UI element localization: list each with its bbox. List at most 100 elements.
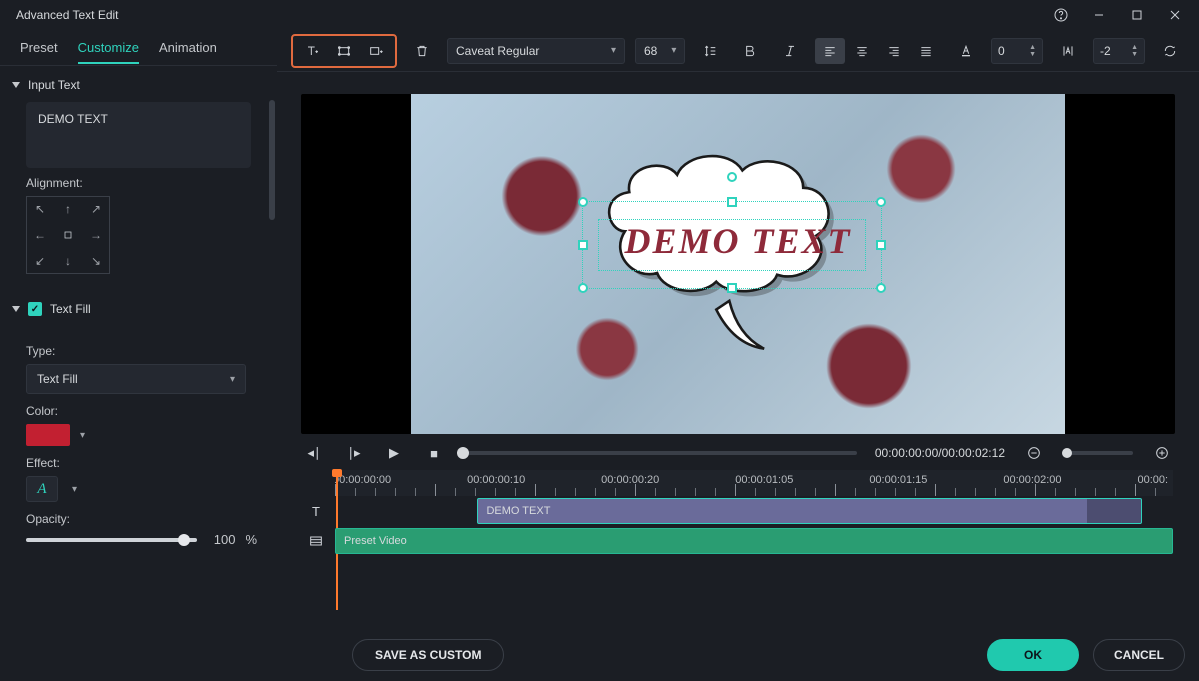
tab-animation[interactable]: Animation	[159, 32, 217, 63]
section-text-fill[interactable]: ✓ Text Fill	[12, 302, 257, 316]
chevron-down-icon: ▾	[671, 45, 676, 56]
ok-button[interactable]: OK	[987, 639, 1079, 671]
opacity-slider[interactable]	[26, 538, 197, 542]
help-icon[interactable]	[1045, 2, 1077, 28]
playback-slider[interactable]	[463, 451, 857, 455]
text-input[interactable]: DEMO TEXT	[26, 102, 251, 168]
tab-preset[interactable]: Preset	[20, 32, 58, 63]
opacity-label: Opacity:	[26, 512, 257, 526]
prev-frame-icon[interactable]: ◂∣	[303, 442, 325, 464]
alignment-grid: ↖ ↑ ↗ ← → ↙ ↓ ↘	[26, 196, 110, 274]
stop-icon[interactable]: ■	[423, 442, 445, 464]
chevron-down-icon: ▾	[611, 45, 616, 56]
bold-icon[interactable]	[735, 38, 765, 64]
effect-chevron[interactable]: ▾	[72, 484, 77, 495]
align-justify-icon[interactable]	[911, 38, 941, 64]
effect-label: Effect:	[26, 456, 257, 470]
handle-rotate[interactable]	[727, 172, 737, 182]
zoom-knob[interactable]	[1062, 448, 1072, 458]
char-spacing-value: 0	[998, 44, 1005, 58]
type-select[interactable]: Text Fill ▾	[26, 364, 246, 394]
delete-icon[interactable]	[407, 38, 437, 64]
chevron-down-icon	[12, 306, 20, 312]
minimize-button[interactable]	[1083, 2, 1115, 28]
section-text-fill-label: Text Fill	[50, 302, 91, 316]
play-icon[interactable]: ▶	[383, 442, 405, 464]
text-clip[interactable]: DEMO TEXT	[477, 498, 1089, 524]
align-left-icon[interactable]	[815, 38, 845, 64]
align-bottom-right[interactable]: ↘	[83, 249, 109, 273]
font-size-value: 68	[644, 44, 657, 58]
highlighted-tool-group	[291, 34, 397, 68]
spin-down-icon[interactable]: ▼	[1131, 51, 1138, 58]
handle-bl[interactable]	[578, 283, 588, 293]
timeline: 00:00:00:00 00:00:00:10 00:00:00:20 00:0…	[301, 470, 1175, 586]
refresh-icon[interactable]	[1155, 38, 1185, 64]
color-picker-chevron[interactable]: ▾	[80, 430, 85, 441]
spin-up-icon[interactable]: ▲	[1029, 44, 1036, 51]
titlebar: Advanced Text Edit	[0, 0, 1199, 30]
handle-b[interactable]	[727, 283, 737, 293]
video-track-icon	[301, 526, 331, 556]
close-button[interactable]	[1159, 2, 1191, 28]
font-size-select[interactable]: 68 ▾	[635, 38, 685, 64]
align-left[interactable]: ←	[27, 223, 53, 247]
align-top-right[interactable]: ↗	[83, 197, 109, 221]
align-right-icon[interactable]	[879, 38, 909, 64]
handle-r[interactable]	[876, 240, 886, 250]
char-spacing-input[interactable]: 0 ▲▼	[991, 38, 1043, 64]
add-text-box-icon[interactable]	[361, 38, 391, 64]
line-spacing-input[interactable]: -2 ▲▼	[1093, 38, 1145, 64]
text-track[interactable]: DEMO TEXT	[335, 496, 1173, 526]
selection-inner[interactable]	[598, 219, 866, 271]
text-box-icon[interactable]	[329, 38, 359, 64]
align-top-left[interactable]: ↖	[27, 197, 53, 221]
line-spacing-value: -2	[1100, 44, 1111, 58]
section-input-text-label: Input Text	[28, 78, 80, 92]
letter-spacing-icon[interactable]	[1053, 38, 1083, 64]
text-color-icon[interactable]	[951, 38, 981, 64]
align-top[interactable]: ↑	[55, 197, 81, 221]
font-select[interactable]: Caveat Regular ▾	[447, 38, 625, 64]
zoom-out-icon[interactable]	[1023, 442, 1045, 464]
text-fill-checkbox[interactable]: ✓	[28, 302, 42, 316]
section-input-text[interactable]: Input Text	[12, 78, 257, 92]
video-clip[interactable]: Preset Video	[335, 528, 1173, 554]
sidebar-scrollbar[interactable]	[269, 100, 275, 220]
tab-customize[interactable]: Customize	[78, 32, 139, 63]
align-center[interactable]	[55, 223, 81, 247]
line-height-icon[interactable]	[695, 38, 725, 64]
spin-down-icon[interactable]: ▼	[1029, 51, 1036, 58]
spin-up-icon[interactable]: ▲	[1131, 44, 1138, 51]
handle-tl[interactable]	[578, 197, 588, 207]
handle-br[interactable]	[876, 283, 886, 293]
align-bottom[interactable]: ↓	[55, 249, 81, 273]
italic-icon[interactable]	[775, 38, 805, 64]
video-track[interactable]: Preset Video	[335, 526, 1173, 556]
handle-tr[interactable]	[876, 197, 886, 207]
align-right[interactable]: →	[83, 223, 109, 247]
align-bottom-left[interactable]: ↙	[27, 249, 53, 273]
sidebar: Preset Customize Animation Input Text DE…	[0, 30, 277, 681]
save-as-custom-button[interactable]: SAVE AS CUSTOM	[352, 639, 504, 671]
handle-l[interactable]	[578, 240, 588, 250]
timeline-ruler[interactable]: 00:00:00:00 00:00:00:10 00:00:00:20 00:0…	[335, 470, 1173, 496]
opacity-slider-knob[interactable]	[178, 534, 190, 546]
playback-knob[interactable]	[457, 447, 469, 459]
handle-t[interactable]	[727, 197, 737, 207]
color-swatch[interactable]	[26, 424, 70, 446]
align-center-icon[interactable]	[847, 38, 877, 64]
effect-button[interactable]: A	[26, 476, 58, 502]
font-select-value: Caveat Regular	[456, 44, 539, 58]
alignment-label: Alignment:	[26, 176, 257, 190]
speech-bubble[interactable]: DEMO TEXT	[568, 153, 908, 353]
zoom-in-icon[interactable]	[1151, 442, 1173, 464]
cancel-button[interactable]: CANCEL	[1093, 639, 1185, 671]
preview-canvas[interactable]: DEMO TEXT	[301, 94, 1175, 434]
video-clip-label: Preset Video	[344, 535, 407, 547]
add-text-icon[interactable]	[297, 38, 327, 64]
timecode: 00:00:00:00/00:00:02:12	[875, 446, 1005, 460]
zoom-slider[interactable]	[1063, 451, 1133, 455]
maximize-button[interactable]	[1121, 2, 1153, 28]
next-frame-icon[interactable]: ∣▸	[343, 442, 365, 464]
